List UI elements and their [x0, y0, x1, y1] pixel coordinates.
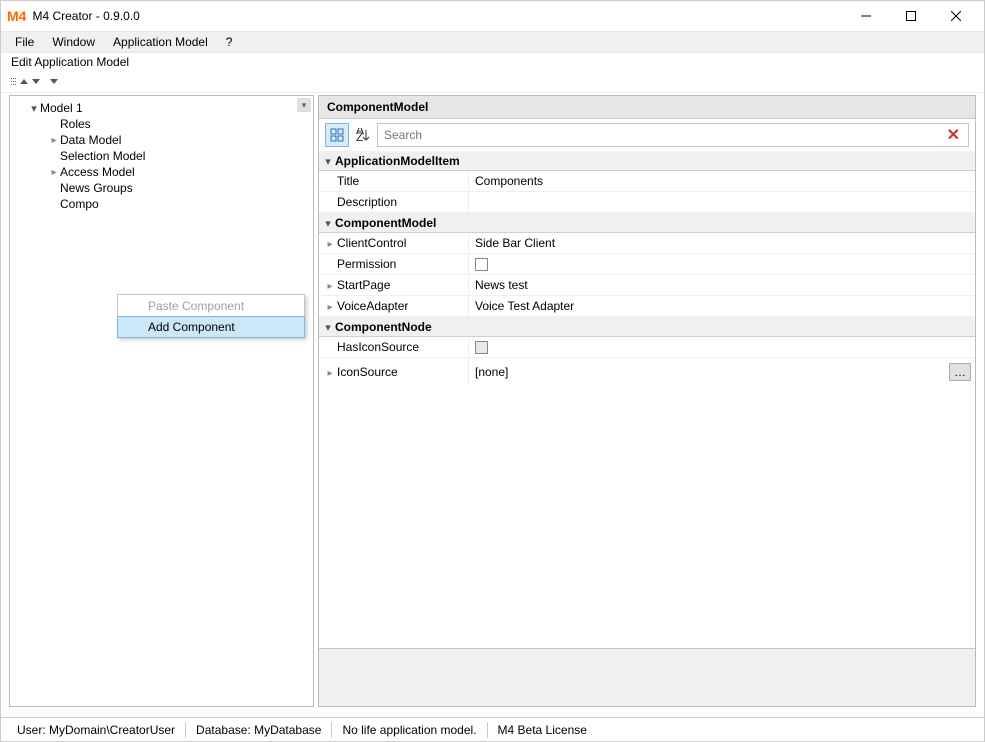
- property-section-componentmodel[interactable]: ComponentModel: [319, 213, 975, 233]
- app-icon: M4: [7, 8, 26, 24]
- title-bar: M4 M4 Creator - 0.9.0.0: [1, 1, 984, 31]
- status-user: User: MyDomain\CreatorUser: [7, 722, 186, 738]
- tree-scroll-hint-icon[interactable]: [297, 98, 311, 112]
- tree-item-label: News Groups: [60, 181, 133, 195]
- tree-item-label: Access Model: [60, 165, 135, 179]
- section-expand-icon[interactable]: [321, 154, 335, 168]
- tree-root-label: Model 1: [40, 101, 83, 115]
- triangle-up-icon: [20, 79, 28, 84]
- tree-item-news-groups[interactable]: News Groups: [14, 180, 309, 196]
- tree-item-data-model[interactable]: Data Model: [14, 132, 309, 148]
- property-key: ClientControl: [337, 236, 406, 250]
- property-key: VoiceAdapter: [337, 299, 408, 313]
- body: Model 1 Roles Data Model Selection Model…: [1, 93, 984, 709]
- tree-item-label: Selection Model: [60, 149, 145, 163]
- property-grid-toolbar: A Z ✕: [319, 119, 975, 151]
- property-grid-description-area: [319, 648, 975, 706]
- expand-collapse-icon[interactable]: [48, 135, 60, 146]
- property-value[interactable]: Side Bar Client: [475, 236, 555, 250]
- property-value[interactable]: News test: [475, 278, 528, 292]
- property-search-input[interactable]: [382, 125, 943, 145]
- context-menu: Paste Component Add Component: [117, 294, 305, 338]
- browse-button[interactable]: [949, 363, 971, 381]
- close-button[interactable]: [933, 1, 978, 31]
- property-row-iconsource[interactable]: IconSource [none]: [319, 358, 975, 386]
- property-value[interactable]: Components: [475, 174, 543, 188]
- property-grid-header: ComponentModel: [319, 96, 975, 119]
- property-value[interactable]: [none]: [475, 365, 508, 379]
- property-pane: ComponentModel A Z: [318, 95, 976, 707]
- panel-title: Edit Application Model: [1, 53, 984, 71]
- menu-bar: File Window Application Model ?: [1, 31, 984, 53]
- categorized-icon: [330, 128, 344, 142]
- tree: Model 1 Roles Data Model Selection Model…: [10, 96, 313, 216]
- section-title: ComponentModel: [335, 216, 436, 230]
- minimize-button[interactable]: [843, 1, 888, 31]
- property-row-permission[interactable]: Permission: [319, 254, 975, 275]
- tree-item-access-model[interactable]: Access Model: [14, 164, 309, 180]
- property-row-hasiconsource[interactable]: HasIconSource: [319, 337, 975, 358]
- menu-file[interactable]: File: [7, 33, 42, 51]
- property-search[interactable]: ✕: [377, 123, 969, 147]
- status-bar: User: MyDomain\CreatorUser Database: MyD…: [1, 717, 984, 741]
- section-expand-icon[interactable]: [321, 320, 335, 334]
- property-key: IconSource: [337, 365, 398, 379]
- section-title: ComponentNode: [335, 320, 432, 334]
- tree-item-components[interactable]: Compo: [14, 196, 309, 212]
- row-expand-icon[interactable]: [323, 299, 337, 313]
- property-row-voiceadapter[interactable]: VoiceAdapter Voice Test Adapter: [319, 296, 975, 317]
- sort-az-icon: A Z: [356, 128, 370, 142]
- property-key: Permission: [337, 257, 396, 271]
- context-menu-add-component[interactable]: Add Component: [117, 316, 305, 338]
- tree-root[interactable]: Model 1: [14, 100, 309, 116]
- property-grid-body: ApplicationModelItem Title Components De…: [319, 151, 975, 648]
- property-row-title[interactable]: Title Components: [319, 171, 975, 192]
- alphabetical-view-button[interactable]: A Z: [351, 123, 375, 147]
- property-key: Title: [337, 174, 359, 188]
- property-key: Description: [337, 195, 397, 209]
- status-database: Database: MyDatabase: [186, 722, 332, 738]
- expand-collapse-icon[interactable]: [28, 102, 40, 115]
- toolstrip: [1, 71, 984, 93]
- status-license: M4 Beta License: [488, 722, 597, 738]
- triangle-down-icon: [50, 79, 58, 84]
- svg-text:Z: Z: [356, 130, 363, 142]
- hasiconsource-checkbox[interactable]: [475, 341, 488, 354]
- menu-window[interactable]: Window: [44, 33, 103, 51]
- triangle-down-icon: [32, 79, 40, 84]
- main-window: M4 M4 Creator - 0.9.0.0 File Window Appl…: [0, 0, 985, 742]
- row-expand-icon[interactable]: [323, 278, 337, 292]
- tree-item-selection-model[interactable]: Selection Model: [14, 148, 309, 164]
- row-expand-icon[interactable]: [323, 236, 337, 250]
- maximize-button[interactable]: [888, 1, 933, 31]
- toolstrip-dropdown-2[interactable]: [50, 79, 58, 84]
- tree-item-label: Data Model: [60, 133, 121, 147]
- tree-item-roles[interactable]: Roles: [14, 116, 309, 132]
- expand-collapse-icon[interactable]: [48, 167, 60, 178]
- tree-pane: Model 1 Roles Data Model Selection Model…: [9, 95, 314, 707]
- section-title: ApplicationModelItem: [335, 154, 460, 168]
- clear-search-icon[interactable]: ✕: [943, 125, 964, 145]
- row-expand-icon[interactable]: [323, 365, 337, 379]
- section-expand-icon[interactable]: [321, 216, 335, 230]
- property-value[interactable]: Voice Test Adapter: [475, 299, 574, 313]
- window-title: M4 Creator - 0.9.0.0: [32, 9, 139, 23]
- permission-checkbox[interactable]: [475, 258, 488, 271]
- context-menu-paste-component: Paste Component: [118, 295, 304, 317]
- status-life: No life application model.: [332, 722, 487, 738]
- toolstrip-grip-icon: [11, 78, 16, 85]
- menu-application-model[interactable]: Application Model: [105, 33, 216, 51]
- toolstrip-dropdown-1[interactable]: [20, 79, 40, 84]
- property-row-description[interactable]: Description: [319, 192, 975, 213]
- property-section-applicationmodelitem[interactable]: ApplicationModelItem: [319, 151, 975, 171]
- property-section-componentnode[interactable]: ComponentNode: [319, 317, 975, 337]
- tree-item-label: Roles: [60, 117, 91, 131]
- property-row-startpage[interactable]: StartPage News test: [319, 275, 975, 296]
- tree-item-label: Compo: [60, 197, 99, 211]
- menu-help[interactable]: ?: [218, 33, 241, 51]
- property-row-clientcontrol[interactable]: ClientControl Side Bar Client: [319, 233, 975, 254]
- property-key: HasIconSource: [337, 340, 419, 354]
- categorized-view-button[interactable]: [325, 123, 349, 147]
- property-key: StartPage: [337, 278, 390, 292]
